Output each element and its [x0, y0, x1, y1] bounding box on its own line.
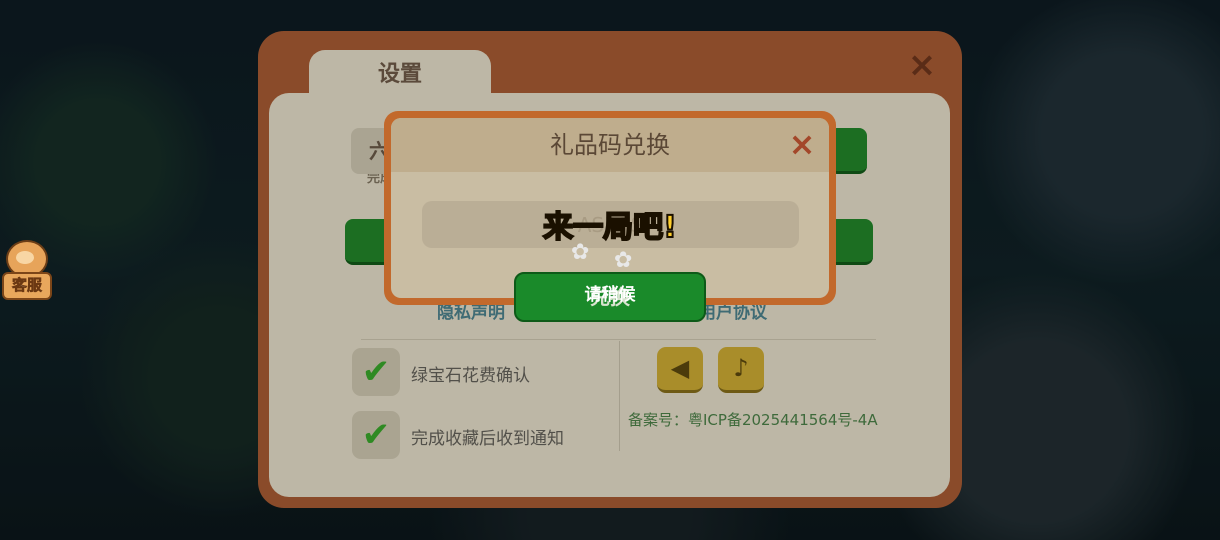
loading-text: 请稍候 [584, 285, 636, 305]
checkmark-icon[interactable]: ✔ [352, 411, 400, 459]
gift-dialog-title: 礼品码兑换 [550, 131, 670, 159]
speaker-icon[interactable]: ◀ [657, 347, 703, 393]
music-note-icon[interactable]: ♪ [718, 347, 764, 393]
check-label-emerald: 绿宝石花费确认 [411, 366, 530, 386]
loading-spinner-icon: ✿ [571, 240, 590, 265]
customer-service-button[interactable]: 客服 [2, 240, 52, 300]
settings-divider-horizontal [361, 339, 876, 340]
settings-divider-vertical [619, 341, 620, 451]
icp-number: 备案号：粤ICP备2025441564号-4A [628, 411, 878, 429]
check-label-notify: 完成收藏后收到通知 [411, 429, 564, 449]
gift-close-icon[interactable]: × [786, 128, 818, 160]
settings-close-icon[interactable]: × [906, 48, 938, 82]
checkmark-icon[interactable]: ✔ [352, 348, 400, 396]
customer-service-label: 客服 [2, 272, 52, 300]
loading-spinner-icon: ✿ [614, 248, 633, 273]
loading-title: 来一局吧! [542, 209, 678, 246]
